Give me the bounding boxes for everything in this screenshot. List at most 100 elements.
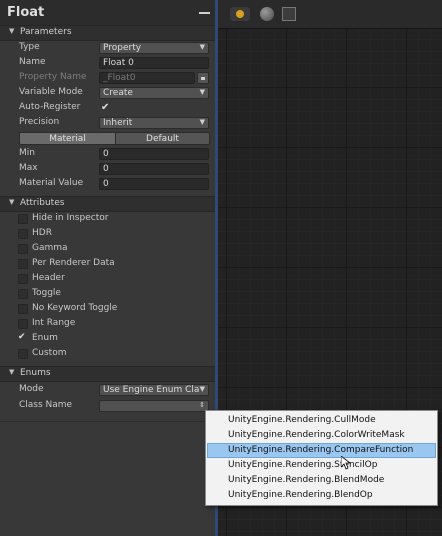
per-renderer-data-checkbox[interactable]: [18, 259, 28, 269]
variable-mode-dropdown[interactable]: Create ▼: [99, 87, 209, 99]
dropdown-arrow-icon: ▼: [199, 118, 205, 126]
popup-option[interactable]: UnityEngine.Rendering.CullMode: [207, 413, 436, 428]
attribute-row: Enum: [0, 332, 215, 347]
type-dropdown[interactable]: Property ▼: [99, 42, 209, 54]
popup-option[interactable]: UnityEngine.Rendering.ColorWriteMask: [207, 428, 436, 443]
mode-dropdown[interactable]: Use Engine Enum Clas ▼: [99, 384, 209, 396]
name-label: Name: [19, 57, 46, 67]
material-value-field[interactable]: 0: [99, 178, 209, 190]
default-toggle-button[interactable]: Default: [115, 132, 210, 145]
attribute-label: Custom: [32, 348, 67, 358]
mode-label: Mode: [19, 384, 44, 394]
attribute-label: Enum: [32, 333, 58, 343]
attribute-row: Toggle: [0, 287, 215, 302]
gamma-checkbox[interactable]: [18, 244, 28, 254]
section-label: Attributes: [20, 198, 65, 208]
attribute-label: Hide in Inspector: [32, 213, 109, 223]
type-row: Type Property ▼: [0, 41, 215, 56]
hide-in-inspector-checkbox[interactable]: [18, 214, 28, 224]
min-row: Min 0: [0, 147, 215, 162]
custom-checkbox[interactable]: [18, 349, 28, 359]
foldout-arrow-icon: ▼: [9, 27, 15, 35]
parameters-section-header[interactable]: ▼ Parameters: [0, 25, 215, 41]
attribute-row: Per Renderer Data: [0, 257, 215, 272]
header-checkbox[interactable]: [18, 274, 28, 284]
popup-option-selected[interactable]: UnityEngine.Rendering.CompareFunction: [207, 443, 436, 458]
foldout-arrow-icon: ▼: [9, 198, 15, 206]
min-value: 0: [103, 149, 109, 159]
name-value: Float 0: [103, 58, 134, 68]
class-name-label: Class Name: [19, 400, 73, 410]
mouse-cursor-icon: [341, 456, 351, 470]
attribute-row: Int Range: [0, 317, 215, 332]
option-label: UnityEngine.Rendering.BlendMode: [228, 475, 385, 485]
attribute-label: Toggle: [32, 288, 61, 298]
no-keyword-toggle-checkbox[interactable]: [18, 304, 28, 314]
property-name-field[interactable]: _Float0: [99, 72, 195, 84]
option-label: UnityEngine.Rendering.BlendOp: [228, 490, 373, 500]
foldout-arrow-icon: ▼: [9, 368, 15, 376]
popup-option[interactable]: UnityEngine.Rendering.BlendOp: [207, 488, 436, 503]
attributes-section-header[interactable]: ▼ Attributes: [0, 196, 215, 212]
max-field[interactable]: 0: [99, 163, 209, 175]
attribute-row: No Keyword Toggle: [0, 302, 215, 317]
class-name-row: Class Name ⇕: [0, 399, 215, 414]
type-value: Property: [103, 43, 142, 53]
class-name-dropdown[interactable]: ⇕: [99, 400, 209, 412]
attribute-label: HDR: [32, 228, 52, 238]
auto-register-checkbox[interactable]: ✔: [101, 102, 109, 113]
int-range-checkbox[interactable]: [18, 319, 28, 329]
max-value: 0: [103, 164, 109, 174]
graph-toolbar: [218, 0, 442, 29]
type-label: Type: [19, 42, 40, 52]
min-field[interactable]: 0: [99, 148, 209, 160]
property-name-value: _Float0: [103, 73, 136, 83]
section-label: Parameters: [20, 27, 72, 37]
property-name-row: Property Name _Float0: [0, 71, 215, 86]
name-row: Name Float 0: [0, 56, 215, 71]
variable-mode-value: Create: [103, 88, 133, 98]
sphere-preview-icon[interactable]: [260, 7, 274, 21]
lock-icon[interactable]: [197, 72, 209, 84]
attribute-label: Per Renderer Data: [32, 258, 115, 268]
panel-title-bar: Float: [0, 0, 215, 27]
updown-arrow-icon: ⇕: [199, 401, 205, 409]
min-label: Min: [19, 148, 35, 158]
enum-checkbox[interactable]: [18, 332, 28, 344]
precision-label: Precision: [19, 117, 60, 127]
variable-mode-label: Variable Mode: [19, 87, 83, 97]
material-value-value: 0: [103, 179, 109, 189]
class-name-popup-list: UnityEngine.Rendering.CullMode UnityEngi…: [205, 410, 438, 506]
option-label: UnityEngine.Rendering.ColorWriteMask: [228, 430, 405, 440]
light-icon[interactable]: [230, 7, 250, 21]
attribute-label: No Keyword Toggle: [32, 303, 118, 313]
popup-option[interactable]: UnityEngine.Rendering.BlendMode: [207, 473, 436, 488]
name-field[interactable]: Float 0: [99, 57, 209, 69]
precision-row: Precision Inherit ▼: [0, 116, 215, 131]
attribute-row: Custom: [0, 347, 215, 362]
variable-mode-row: Variable Mode Create ▼: [0, 86, 215, 101]
material-value-label: Material Value: [19, 178, 84, 188]
section-label: Enums: [20, 368, 51, 378]
precision-value: Inherit: [103, 118, 133, 128]
attribute-row: HDR: [0, 227, 215, 242]
dropdown-arrow-icon: ▼: [199, 88, 205, 96]
attribute-label: Header: [32, 273, 65, 283]
dropdown-arrow-icon: ▼: [199, 43, 205, 51]
option-label: UnityEngine.Rendering.CullMode: [228, 415, 376, 425]
attribute-label: Int Range: [32, 318, 76, 328]
auto-register-label: Auto-Register: [19, 102, 81, 112]
auto-register-row: Auto-Register ✔: [0, 101, 215, 116]
texture-icon[interactable]: [282, 7, 296, 21]
menu-icon[interactable]: [199, 12, 210, 14]
divider: [0, 421, 215, 422]
precision-dropdown[interactable]: Inherit ▼: [99, 117, 209, 129]
material-value-row: Material Value 0: [0, 177, 215, 192]
popup-option[interactable]: UnityEngine.Rendering.StencilOp: [207, 458, 436, 473]
max-row: Max 0: [0, 162, 215, 177]
attribute-label: Gamma: [32, 243, 68, 253]
material-toggle-button[interactable]: Material: [19, 132, 116, 145]
enums-section-header[interactable]: ▼ Enums: [0, 366, 215, 382]
toggle-checkbox[interactable]: [18, 289, 28, 299]
hdr-checkbox[interactable]: [18, 229, 28, 239]
